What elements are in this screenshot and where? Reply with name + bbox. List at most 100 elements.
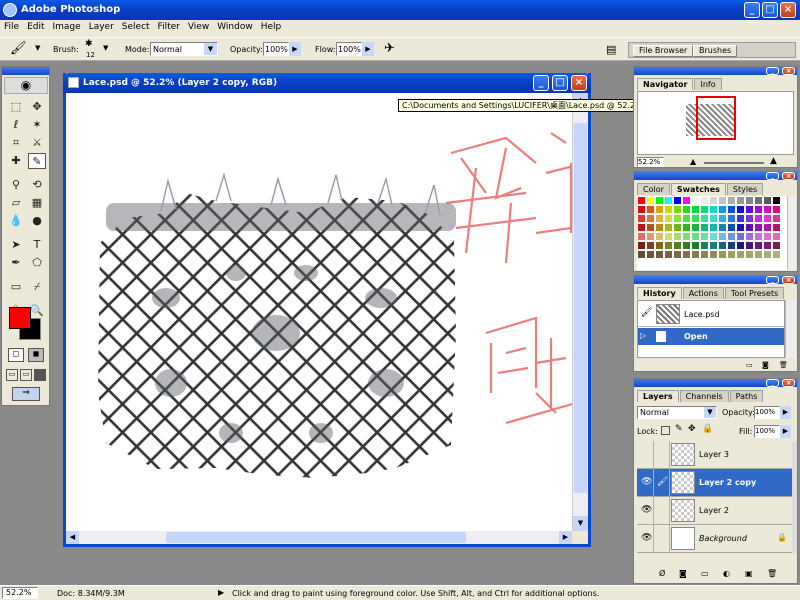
color-swatch[interactable]	[736, 232, 745, 241]
zoom-slider[interactable]	[704, 162, 764, 164]
history-state-slider-icon[interactable]: ▷	[640, 331, 646, 340]
color-swatch[interactable]	[745, 250, 754, 259]
color-swatch[interactable]	[646, 223, 655, 232]
crop-tool-icon[interactable]: ⌗	[7, 135, 25, 151]
color-swatch[interactable]	[682, 250, 691, 259]
layer-link-toggle[interactable]	[654, 525, 670, 552]
color-swatch[interactable]	[736, 241, 745, 250]
pen-tool-icon[interactable]: ✒	[7, 255, 25, 271]
color-swatch[interactable]	[655, 232, 664, 241]
layer-visibility-toggle[interactable]	[637, 441, 654, 468]
horizontal-scrollbar[interactable]: ◀ ▶	[66, 531, 572, 544]
menu-image[interactable]: Image	[53, 22, 81, 32]
color-swatch[interactable]	[655, 223, 664, 232]
color-swatch[interactable]	[637, 250, 646, 259]
color-swatch[interactable]	[682, 214, 691, 223]
magic-wand-tool-icon[interactable]: ✶	[28, 117, 46, 133]
color-swatch[interactable]	[772, 241, 781, 250]
color-swatch[interactable]	[718, 196, 727, 205]
color-swatch[interactable]	[682, 232, 691, 241]
eye-icon[interactable]: 👁	[641, 533, 652, 543]
document-maximize-button[interactable]: □	[552, 75, 568, 91]
color-swatch[interactable]	[700, 205, 709, 214]
color-swatch[interactable]	[646, 232, 655, 241]
brush-picker-arrow-icon[interactable]: ▼	[103, 44, 108, 52]
color-swatch[interactable]	[682, 196, 691, 205]
color-swatch[interactable]	[772, 223, 781, 232]
color-swatch[interactable]	[655, 250, 664, 259]
close-button[interactable]: ×	[780, 2, 796, 18]
file-browser-tab[interactable]: File Browser	[633, 45, 694, 57]
color-swatch[interactable]	[754, 196, 763, 205]
history-brush-source-icon[interactable]: 🖌	[641, 308, 652, 318]
color-swatch[interactable]	[691, 196, 700, 205]
color-swatch[interactable]	[736, 250, 745, 259]
vertical-scrollbar[interactable]: ▲ ▼	[572, 93, 588, 531]
color-swatch[interactable]	[700, 241, 709, 250]
color-swatch[interactable]	[637, 205, 646, 214]
eye-icon[interactable]: 👁	[641, 505, 652, 515]
color-swatch[interactable]	[673, 232, 682, 241]
color-swatch[interactable]	[718, 232, 727, 241]
layer-style-icon[interactable]: Ø	[659, 569, 665, 578]
new-layer-icon[interactable]: ▣	[745, 569, 753, 578]
color-swatch[interactable]	[646, 196, 655, 205]
color-swatch[interactable]	[637, 223, 646, 232]
color-swatch[interactable]	[736, 223, 745, 232]
navigator-zoom-field[interactable]: 52.2%	[637, 157, 664, 167]
color-swatch[interactable]	[700, 196, 709, 205]
menu-window[interactable]: Window	[217, 22, 253, 32]
flow-field[interactable]: 100%	[336, 42, 362, 56]
color-swatch[interactable]	[736, 214, 745, 223]
color-swatch[interactable]	[718, 214, 727, 223]
slice-tool-icon[interactable]: ⚔	[28, 135, 46, 151]
navigator-view-box[interactable]	[696, 96, 736, 140]
color-swatch[interactable]	[727, 223, 736, 232]
tab-swatches[interactable]: Swatches	[670, 183, 726, 195]
layers-minimize-button[interactable]: _	[766, 379, 779, 387]
menu-help[interactable]: Help	[261, 22, 282, 32]
screen-mode-menubar-icon[interactable]: ▭	[20, 369, 32, 381]
color-swatch[interactable]	[700, 223, 709, 232]
hscroll-thumb[interactable]	[166, 532, 466, 543]
photoshop-app-icon[interactable]	[3, 3, 17, 17]
color-swatch[interactable]	[772, 205, 781, 214]
color-swatch[interactable]	[763, 232, 772, 241]
type-tool-icon[interactable]: T	[28, 237, 46, 253]
history-brush-tool-icon[interactable]: ⟲	[28, 177, 46, 193]
tab-styles[interactable]: Styles	[726, 183, 764, 195]
swatch-scrollbar[interactable]	[787, 196, 796, 270]
color-swatch[interactable]	[709, 205, 718, 214]
tab-navigator[interactable]: Navigator	[637, 78, 694, 90]
scroll-down-icon[interactable]: ▼	[573, 516, 588, 531]
color-swatch[interactable]	[664, 241, 673, 250]
tab-channels[interactable]: Channels	[679, 390, 729, 402]
document-icon[interactable]	[68, 77, 79, 88]
color-swatch[interactable]	[718, 241, 727, 250]
color-swatch[interactable]	[700, 214, 709, 223]
color-swatch[interactable]	[745, 214, 754, 223]
photoshop-eye-logo[interactable]: ◉	[4, 77, 48, 94]
new-set-icon[interactable]: ▭	[701, 569, 709, 578]
blend-mode-select[interactable]: Normal ▼	[637, 406, 717, 419]
color-swatch[interactable]	[646, 241, 655, 250]
color-swatch[interactable]	[745, 232, 754, 241]
fill-arrow-icon[interactable]: ▶	[780, 425, 791, 438]
color-swatch[interactable]	[763, 205, 772, 214]
quick-mask-standard-icon[interactable]: ◻	[8, 348, 24, 362]
color-swatch[interactable]	[763, 223, 772, 232]
dodge-tool-icon[interactable]: ●	[28, 213, 46, 229]
color-swatch[interactable]	[646, 214, 655, 223]
eraser-tool-icon[interactable]: ▱	[7, 195, 25, 211]
tab-paths[interactable]: Paths	[729, 390, 764, 402]
color-swatch[interactable]	[763, 250, 772, 259]
toolbox-grip[interactable]	[2, 67, 49, 75]
new-snapshot-icon[interactable]: ◙	[762, 361, 769, 369]
color-swatch[interactable]	[691, 205, 700, 214]
color-swatch[interactable]	[709, 196, 718, 205]
add-mask-icon[interactable]: ◙	[679, 569, 687, 578]
color-swatch[interactable]	[718, 250, 727, 259]
jump-to-imageready-icon[interactable]: ⇒	[12, 387, 40, 401]
color-swatch[interactable]	[727, 250, 736, 259]
color-swatch[interactable]	[637, 214, 646, 223]
